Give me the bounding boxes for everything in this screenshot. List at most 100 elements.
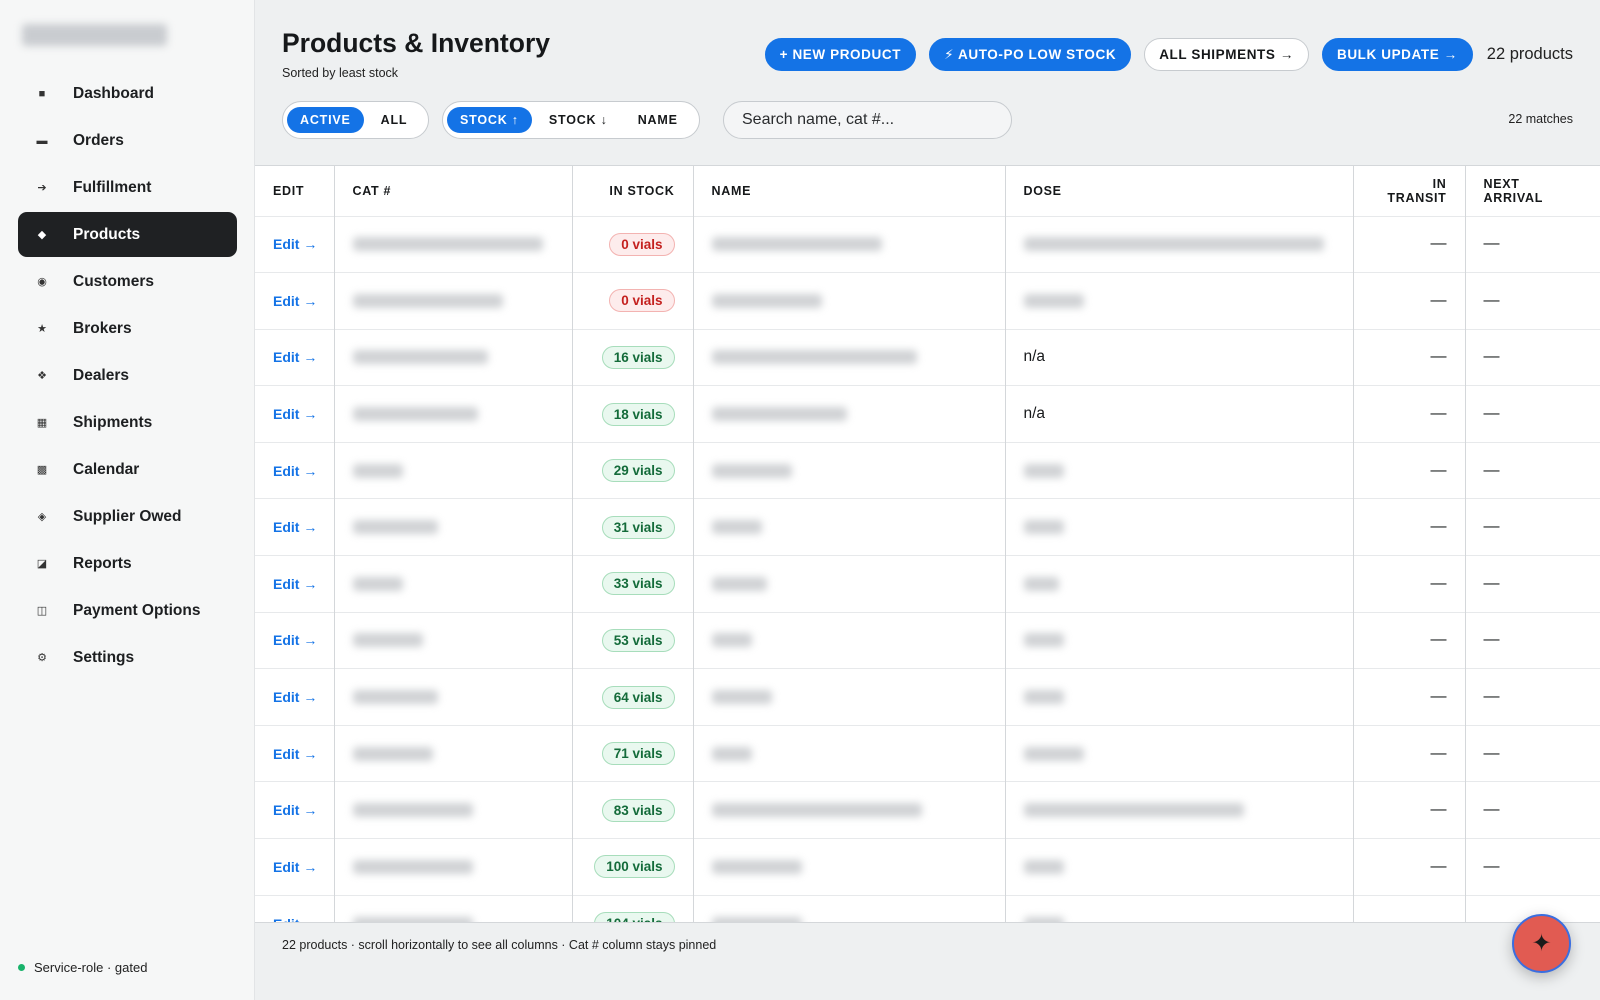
stock-cell: 100 vials xyxy=(572,838,694,896)
edit-link[interactable]: Edit → xyxy=(255,611,335,669)
sidebar-item-customers[interactable]: ◉ Customers xyxy=(18,259,237,304)
filter-active[interactable]: ACTIVE xyxy=(287,107,364,133)
sidebar-item-shipments[interactable]: ▦ Shipments xyxy=(18,400,237,445)
sidebar-item-brokers[interactable]: ★ Brokers xyxy=(18,306,237,351)
sparkle-icon: ✦ xyxy=(1531,930,1552,957)
in-transit-cell xyxy=(1353,894,1466,922)
service-status-label: Service-role · gated xyxy=(34,960,148,975)
stock-cell: 29 vials xyxy=(572,441,694,499)
table-row[interactable]: Edit → 0 vials — — xyxy=(255,272,1600,330)
edit-link[interactable]: Edit → xyxy=(255,781,335,839)
star-icon: ★ xyxy=(37,323,47,335)
diamond-small-icon: ◆ xyxy=(37,229,47,241)
col-name[interactable]: NAME xyxy=(693,166,1006,216)
sidebar-item-products[interactable]: ◆ Products xyxy=(18,212,237,257)
sidebar-item-label: Customers xyxy=(73,272,154,290)
auto-po-low-stock-button[interactable]: ⚡ AUTO-PO LOW STOCK xyxy=(929,38,1132,71)
table-row[interactable]: Edit → 71 vials — — xyxy=(255,724,1600,782)
filter-all[interactable]: ALL xyxy=(368,107,421,133)
in-transit-cell: — xyxy=(1353,555,1466,613)
sidebar-item-settings[interactable]: ⚙ Settings xyxy=(18,635,237,680)
sort-name[interactable]: NAME xyxy=(625,107,691,133)
sidebar-item-dealers[interactable]: ❖ Dealers xyxy=(18,353,237,398)
all-shipments-button[interactable]: ALL SHIPMENTS → xyxy=(1144,38,1309,71)
sidebar-item-fulfillment[interactable]: ➔ Fulfillment xyxy=(18,165,237,210)
stock-cell: 0 vials xyxy=(572,215,694,273)
sort-stock-desc[interactable]: STOCK ↓ xyxy=(536,107,621,133)
table-row[interactable]: Edit → 83 vials — — xyxy=(255,781,1600,839)
name-cell xyxy=(693,668,1006,726)
match-count: 22 matches xyxy=(1508,112,1573,126)
cat-cell xyxy=(334,838,573,896)
new-product-button[interactable]: + NEW PRODUCT xyxy=(764,38,917,71)
sidebar-item-label: Dashboard xyxy=(73,84,154,102)
search-input[interactable] xyxy=(723,101,1012,139)
table-row[interactable]: Edit → 0 vials — — xyxy=(255,215,1600,273)
table-row[interactable]: Edit → 104 vials xyxy=(255,894,1600,922)
table-row[interactable]: Edit → 31 vials — — xyxy=(255,498,1600,556)
sidebar-item-reports[interactable]: ◪ Reports xyxy=(18,541,237,586)
col-in-stock[interactable]: IN STOCK xyxy=(572,166,694,216)
sidebar-item-orders[interactable]: ▬ Orders xyxy=(18,118,237,163)
sidebar-item-label: Products xyxy=(73,225,141,243)
edit-link[interactable]: Edit → xyxy=(255,555,335,613)
dose-cell xyxy=(1005,781,1354,839)
table-row[interactable]: Edit → 18 vials n/a — — xyxy=(255,385,1600,443)
edit-link[interactable]: Edit → xyxy=(255,724,335,782)
table-row[interactable]: Edit → 33 vials — — xyxy=(255,555,1600,613)
edit-link[interactable]: Edit → xyxy=(255,272,335,330)
diamond-cluster-icon: ❖ xyxy=(37,370,47,382)
main-content: Products & Inventory Sorted by least sto… xyxy=(255,0,1600,1000)
gear-icon: ⚙ xyxy=(37,652,47,664)
in-transit-cell: — xyxy=(1353,498,1466,556)
assistant-sparkle-button[interactable]: ✦ xyxy=(1512,914,1571,973)
dose-cell: n/a xyxy=(1005,328,1354,386)
box-icon: ▦ xyxy=(36,417,48,429)
table-row[interactable]: Edit → 53 vials — — xyxy=(255,611,1600,669)
table-row[interactable]: Edit → 16 vials n/a — — xyxy=(255,328,1600,386)
dose-cell xyxy=(1005,838,1354,896)
table-row[interactable]: Edit → 64 vials — — xyxy=(255,668,1600,726)
name-cell xyxy=(693,272,1006,330)
name-cell xyxy=(693,724,1006,782)
brand-logo xyxy=(22,24,167,46)
stock-badge: 0 vials xyxy=(609,289,675,313)
sidebar-item-supplier-owed[interactable]: ◈ Supplier Owed xyxy=(18,494,237,539)
edit-link[interactable]: Edit → xyxy=(255,441,335,499)
edit-link[interactable]: Edit → xyxy=(255,894,335,922)
cat-cell xyxy=(334,781,573,839)
bulk-update-button[interactable]: BULK UPDATE → xyxy=(1321,38,1473,71)
sidebar-item-calendar[interactable]: ▩ Calendar xyxy=(18,447,237,492)
edit-link[interactable]: Edit → xyxy=(255,328,335,386)
edit-link[interactable]: Edit → xyxy=(255,498,335,556)
sort-stock-asc[interactable]: STOCK ↑ xyxy=(447,107,532,133)
table-row[interactable]: Edit → 100 vials — — xyxy=(255,838,1600,896)
stock-badge: 31 vials xyxy=(601,515,675,539)
edit-link[interactable]: Edit → xyxy=(255,385,335,443)
edit-link[interactable]: Edit → xyxy=(255,668,335,726)
table-header-row: EDIT CAT # IN STOCK NAME DOSE IN TRANSIT… xyxy=(255,166,1600,216)
table-row[interactable]: Edit → 29 vials — — xyxy=(255,441,1600,499)
stock-cell: 64 vials xyxy=(572,668,694,726)
col-cat[interactable]: CAT # xyxy=(334,166,573,216)
cat-cell xyxy=(334,668,573,726)
next-arrival-cell: — xyxy=(1465,724,1600,782)
service-status: Service-role · gated xyxy=(18,960,147,975)
header-actions: + NEW PRODUCT ⚡ AUTO-PO LOW STOCK ALL SH… xyxy=(752,38,1573,71)
next-arrival-cell: — xyxy=(1465,272,1600,330)
stock-badge: 83 vials xyxy=(601,798,675,822)
name-cell xyxy=(693,385,1006,443)
product-count: 22 products xyxy=(1486,45,1573,63)
cat-cell xyxy=(334,498,573,556)
stock-badge: 0 vials xyxy=(609,232,675,256)
edit-link[interactable]: Edit → xyxy=(255,838,335,896)
sidebar-item-payment-options[interactable]: ◫ Payment Options xyxy=(18,588,237,633)
name-cell xyxy=(693,611,1006,669)
arrow-right-icon: ➔ xyxy=(37,182,47,194)
col-in-transit: IN TRANSIT xyxy=(1353,166,1466,216)
in-transit-cell: — xyxy=(1353,385,1466,443)
cat-cell xyxy=(334,894,573,922)
next-arrival-cell: — xyxy=(1465,555,1600,613)
edit-link[interactable]: Edit → xyxy=(255,215,335,273)
sidebar-item-dashboard[interactable]: ■ Dashboard xyxy=(18,71,237,116)
